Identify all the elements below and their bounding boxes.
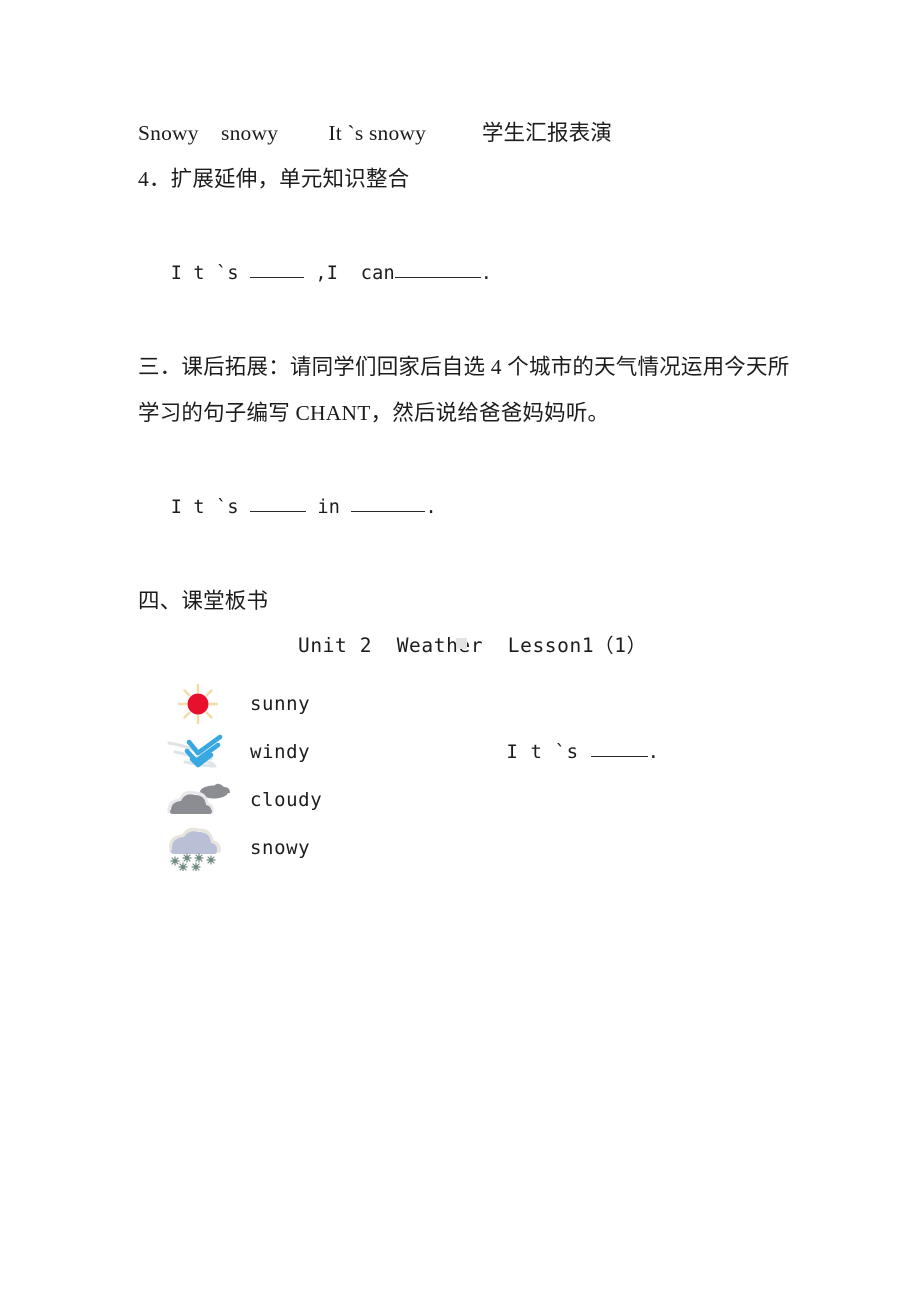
- paragraph-section-3-heading: 三．课后拓展：请同学们回家后自选 4 个城市的天气情况运用今天所: [138, 355, 790, 379]
- fill-in-2-blank-weather[interactable]: [250, 511, 307, 512]
- weather-row-cloudy: cloudy: [146, 776, 798, 824]
- board-sentence-blank[interactable]: [590, 756, 648, 757]
- weather-label-cloudy: cloudy: [250, 789, 323, 811]
- weather-label-sunny: sunny: [250, 693, 311, 715]
- fill-in-2-suffix: .: [425, 497, 437, 518]
- weather-board-list: sunny windy I t `s . cloudy snowy: [146, 680, 798, 872]
- weather-label-windy: windy: [250, 741, 311, 763]
- fill-in-2-middle: in: [306, 497, 352, 518]
- fill-in-line-1: I t `s ,I can.: [138, 202, 798, 344]
- fill-in-2-blank-city[interactable]: [351, 511, 426, 512]
- sun-icon: [146, 681, 250, 727]
- wind-icon: [146, 729, 250, 775]
- fill-in-1-blank-action[interactable]: [394, 277, 481, 278]
- board-sentence-suffix: .: [647, 741, 660, 763]
- paragraph-section-4: 4．扩展延伸，单元知识整合: [138, 167, 410, 191]
- board-sentence-prefix: I t `s: [506, 741, 591, 763]
- paragraph-section-3-continued: 学习的句子编写 CHANT，然后说给爸爸妈妈听。: [138, 401, 610, 425]
- weather-row-snowy: snowy: [146, 824, 798, 872]
- fill-in-line-2: I t `s in .: [138, 436, 798, 578]
- fill-in-1-blank-weather[interactable]: [250, 277, 305, 278]
- paragraph-section-4-heading: 四、课堂板书: [138, 589, 269, 613]
- paragraph-snowy-drill: Snowy snowy It `s snowy 学生汇报表演: [138, 121, 613, 145]
- weather-row-windy: windy I t `s .: [146, 728, 798, 776]
- document-content: Snowy snowy It `s snowy 学生汇报表演 4．扩展延伸，单元…: [138, 110, 798, 872]
- cloud-icon: [146, 777, 250, 823]
- fill-in-1-prefix: I t `s: [170, 263, 251, 284]
- snow-cloud-icon: [146, 825, 250, 871]
- document-page: Snowy snowy It `s snowy 学生汇报表演 4．扩展延伸，单元…: [0, 0, 920, 1302]
- fill-in-1-suffix: .: [480, 263, 493, 284]
- scan-artifact: [456, 638, 467, 649]
- board-title: Unit 2 Weather Lesson1（1）: [298, 634, 647, 657]
- fill-in-1-middle: ,I can: [304, 263, 395, 284]
- weather-label-snowy: snowy: [250, 837, 311, 859]
- fill-in-2-prefix: I t `s: [170, 497, 251, 518]
